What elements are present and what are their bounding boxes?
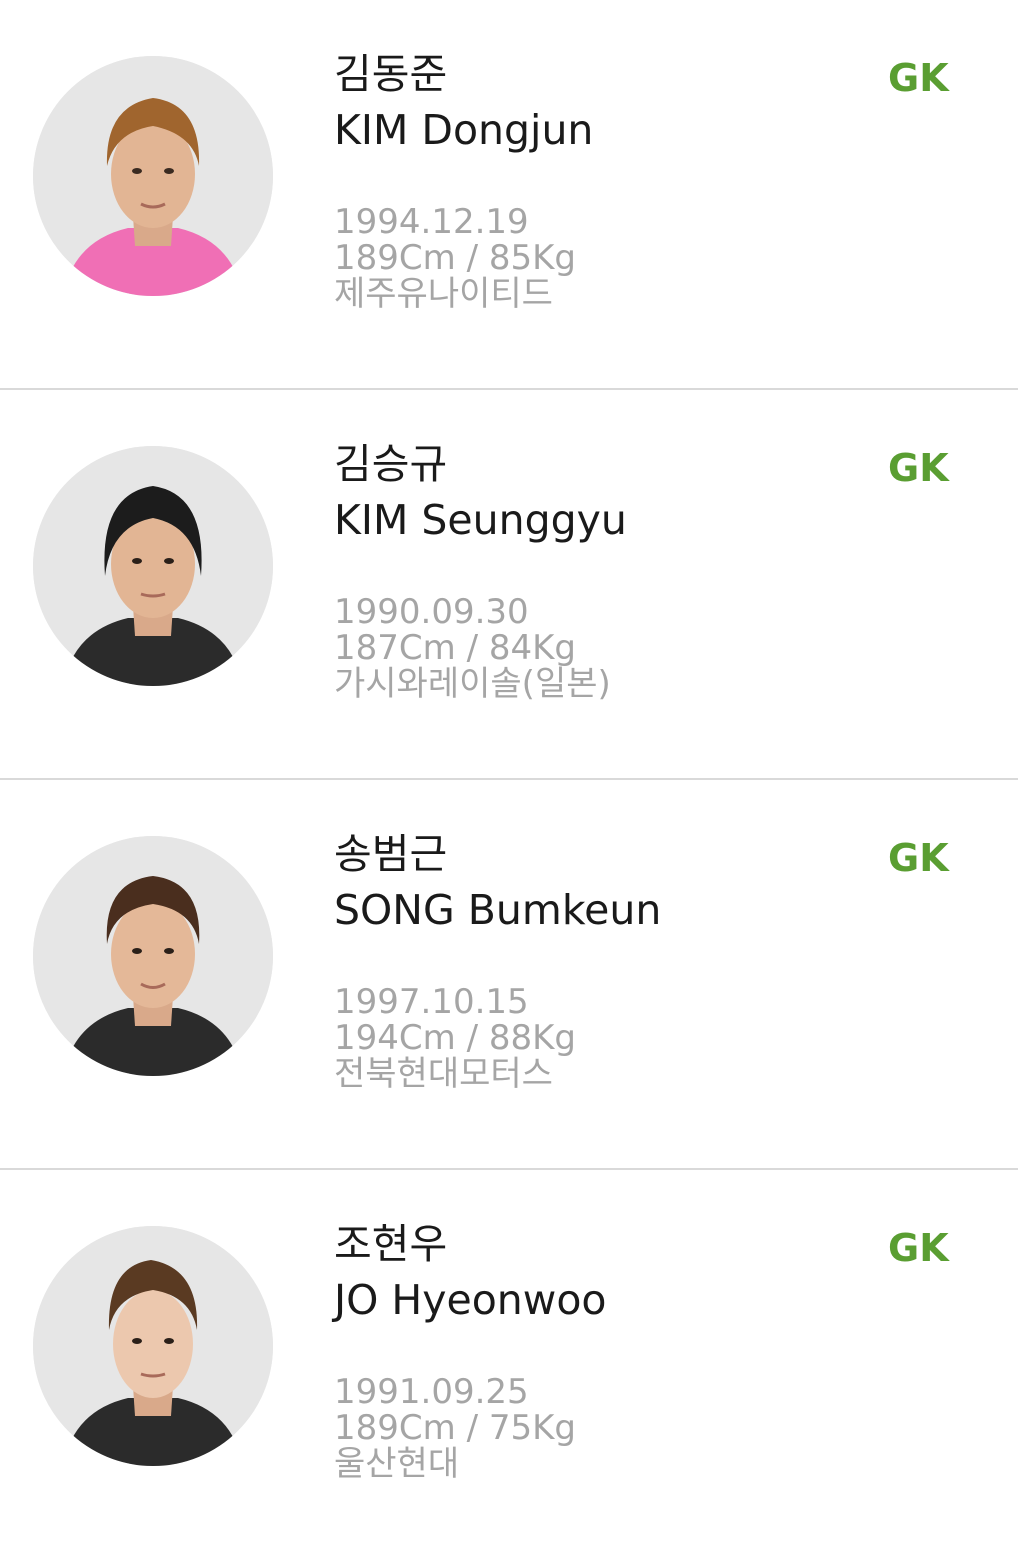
height-weight: 187Cm / 84Kg [334, 628, 576, 668]
position-badge: GK [888, 836, 949, 880]
player-card[interactable]: 조현우 JO Hyeonwoo GK 1991.09.25 189Cm / 75… [0, 1170, 1018, 1560]
birth-date: 1997.10.15 [334, 982, 529, 1022]
player-list: 김동준 KIM Dongjun GK 1994.12.19 189Cm / 85… [0, 0, 1018, 1509]
position-badge: GK [888, 446, 949, 490]
player-name-korean: 조현우 [334, 1220, 448, 1268]
team-name: 전북현대모터스 [334, 1054, 553, 1094]
player-photo [33, 836, 273, 1076]
player-name-korean: 김승규 [334, 440, 448, 488]
player-photo [33, 56, 273, 296]
player-name-english: SONG Bumkeun [334, 886, 662, 934]
player-photo [33, 446, 273, 686]
player-name-english: KIM Dongjun [334, 106, 594, 154]
player-photo [33, 1226, 273, 1466]
position-badge: GK [888, 1226, 949, 1270]
team-name: 제주유나이티드 [334, 274, 553, 314]
player-name-english: JO Hyeonwoo [334, 1276, 607, 1324]
player-card[interactable]: 김승규 KIM Seunggyu GK 1990.09.30 187Cm / 8… [0, 390, 1018, 780]
team-name: 가시와레이솔(일본) [334, 664, 611, 704]
birth-date: 1991.09.25 [334, 1372, 529, 1412]
height-weight: 189Cm / 75Kg [334, 1408, 576, 1448]
player-card[interactable]: 송범근 SONG Bumkeun GK 1997.10.15 194Cm / 8… [0, 780, 1018, 1170]
player-card[interactable]: 김동준 KIM Dongjun GK 1994.12.19 189Cm / 85… [0, 0, 1018, 390]
height-weight: 189Cm / 85Kg [334, 238, 576, 278]
height-weight: 194Cm / 88Kg [334, 1018, 576, 1058]
player-name-korean: 김동준 [334, 50, 448, 98]
team-name: 울산현대 [334, 1444, 460, 1484]
player-name-english: KIM Seunggyu [334, 496, 627, 544]
birth-date: 1994.12.19 [334, 202, 529, 242]
position-badge: GK [888, 56, 949, 100]
birth-date: 1990.09.30 [334, 592, 529, 632]
player-name-korean: 송범근 [334, 830, 448, 878]
